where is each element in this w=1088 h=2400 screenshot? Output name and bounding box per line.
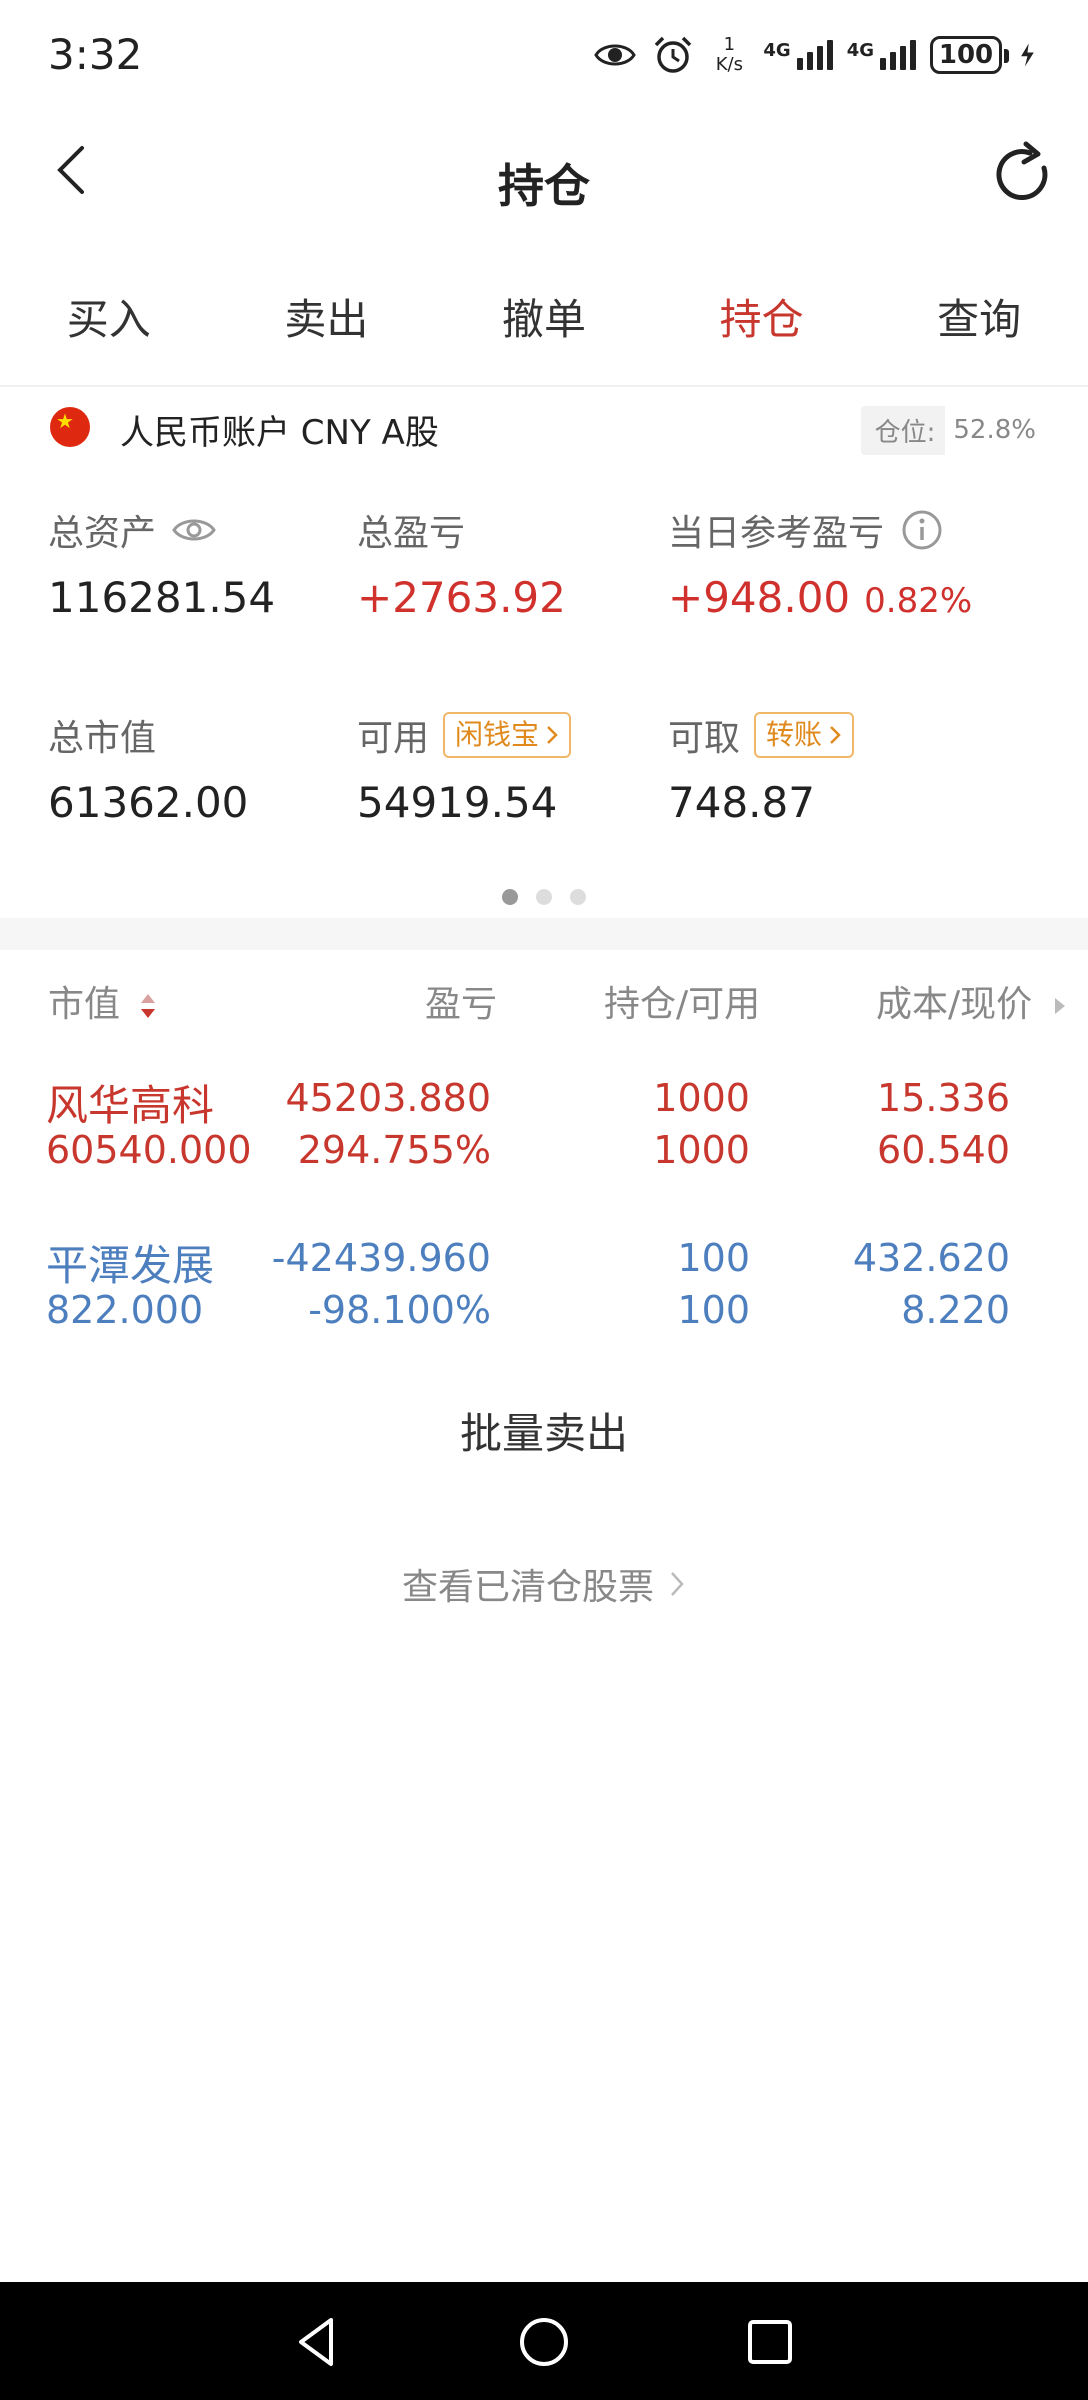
system-nav-bar [0, 2282, 1088, 2400]
view-cleared-stocks-link[interactable]: 查看已清仓股票 [0, 1558, 1088, 1610]
page-dot[interactable] [536, 889, 552, 905]
stock-holding: 1000 [653, 1076, 750, 1120]
position-ratio-badge: 仓位: 52.8% [860, 405, 1044, 455]
nav-recents-icon[interactable] [740, 2312, 800, 2372]
tab-divider [0, 385, 1088, 387]
stock-market-value: 60540.000 [46, 1128, 252, 1172]
total-pnl: 总盈亏 +2763.92 [357, 513, 566, 622]
account-row[interactable]: ★ 人民币账户 CNY A股 仓位: 52.8% [0, 395, 1088, 465]
trade-tabs: 买入 卖出 撤单 持仓 查询 [0, 275, 1088, 365]
asset-summary: 总资产 116281.54 总盈亏 +2763.92 当日参考盈亏 +948.0… [0, 505, 1088, 865]
charging-icon [1021, 43, 1034, 67]
tab-cancel-order[interactable]: 撤单 [435, 275, 653, 365]
column-holding[interactable]: 持仓/可用 [604, 975, 760, 1027]
daily-pnl-percent: 0.82% [864, 581, 973, 621]
available-funds-value: 54919.54 [357, 778, 558, 827]
total-assets-value: 116281.54 [48, 573, 276, 622]
page-indicator [0, 889, 1088, 905]
page-dot[interactable] [570, 889, 586, 905]
market-value: 总市值 61362.00 [48, 718, 249, 827]
stock-pnl: 45203.880 [285, 1076, 492, 1120]
page-title: 持仓 [498, 159, 590, 213]
status-icons: 1 K/s 4G 4G 100 [593, 30, 1044, 80]
stock-market-value: 822.000 [46, 1288, 204, 1332]
stock-price: 60.540 [877, 1128, 1010, 1172]
transfer-button[interactable]: 转账 [754, 712, 855, 758]
stock-pnl-percent: 294.755% [297, 1128, 491, 1172]
battery-indicator: 100 [930, 36, 1009, 74]
page-dot[interactable] [502, 889, 518, 905]
refresh-icon[interactable] [986, 138, 1058, 210]
stock-available: 100 [677, 1288, 750, 1332]
holdings-table-header: 市值 盈亏 持仓/可用 成本/现价 [0, 965, 1088, 1035]
column-pnl[interactable]: 盈亏 [425, 975, 497, 1027]
nav-back-icon[interactable] [287, 2312, 347, 2372]
chevron-right-icon [547, 726, 558, 744]
daily-pnl: 当日参考盈亏 +948.00 0.82% [668, 505, 972, 622]
chevron-right-icon [671, 1572, 684, 1596]
net-speed: 1 K/s [715, 34, 743, 75]
stock-cost: 15.336 [877, 1076, 1010, 1120]
eye-toggle-icon[interactable] [170, 506, 218, 554]
withdrawable-funds: 可取 转账 748.87 [668, 710, 855, 827]
status-time: 3:32 [48, 30, 143, 79]
available-funds: 可用 闲钱宝 54919.54 [357, 710, 572, 827]
total-pnl-value: +2763.92 [357, 573, 566, 622]
withdrawable-funds-value: 748.87 [668, 778, 815, 827]
signal-strength-2: 4G [847, 40, 916, 70]
status-bar: 3:32 1 K/s 4G 4G 100 [0, 0, 1088, 110]
stock-holding: 100 [677, 1236, 750, 1280]
stock-pnl: -42439.960 [271, 1236, 491, 1280]
app-header: 持仓 [0, 110, 1088, 240]
market-value-value: 61362.00 [48, 778, 249, 827]
nav-home-icon[interactable] [514, 2312, 574, 2372]
signal-strength-1: 4G [763, 40, 833, 70]
stock-price: 8.220 [901, 1288, 1010, 1332]
batch-sell-button[interactable]: 批量卖出 [0, 1400, 1088, 1461]
eye-icon [594, 44, 637, 66]
section-divider [0, 918, 1088, 950]
tab-buy[interactable]: 买入 [0, 275, 218, 365]
stock-pnl-percent: -98.100% [308, 1288, 491, 1332]
stock-cost: 432.620 [852, 1236, 1010, 1280]
info-icon[interactable] [898, 506, 946, 554]
alarm-icon [655, 36, 692, 73]
account-name: 人民币账户 CNY A股 [120, 413, 439, 453]
holding-row[interactable]: 平潭发展 822.000 -42439.960 -98.100% 100 100… [0, 1232, 1088, 1362]
sort-icon [141, 994, 156, 1018]
tab-holdings[interactable]: 持仓 [653, 275, 871, 365]
stock-name: 风华高科 [46, 1081, 215, 1130]
stock-available: 1000 [653, 1128, 750, 1172]
holding-row[interactable]: 风华高科 60540.000 45203.880 294.755% 1000 1… [0, 1072, 1088, 1202]
triangle-right-icon [1054, 998, 1065, 1014]
tab-sell[interactable]: 卖出 [218, 275, 436, 365]
total-assets: 总资产 116281.54 [48, 505, 275, 622]
column-market-value[interactable]: 市值 [48, 975, 159, 1027]
daily-pnl-value: +948.00 0.82% [668, 573, 973, 622]
china-flag-icon: ★ [50, 407, 90, 447]
column-cost-price[interactable]: 成本/现价 [876, 975, 1068, 1027]
xianqianbao-button[interactable]: 闲钱宝 [443, 712, 572, 758]
stock-name: 平潭发展 [46, 1241, 215, 1290]
tab-query[interactable]: 查询 [870, 275, 1088, 365]
chevron-right-icon [830, 726, 841, 744]
